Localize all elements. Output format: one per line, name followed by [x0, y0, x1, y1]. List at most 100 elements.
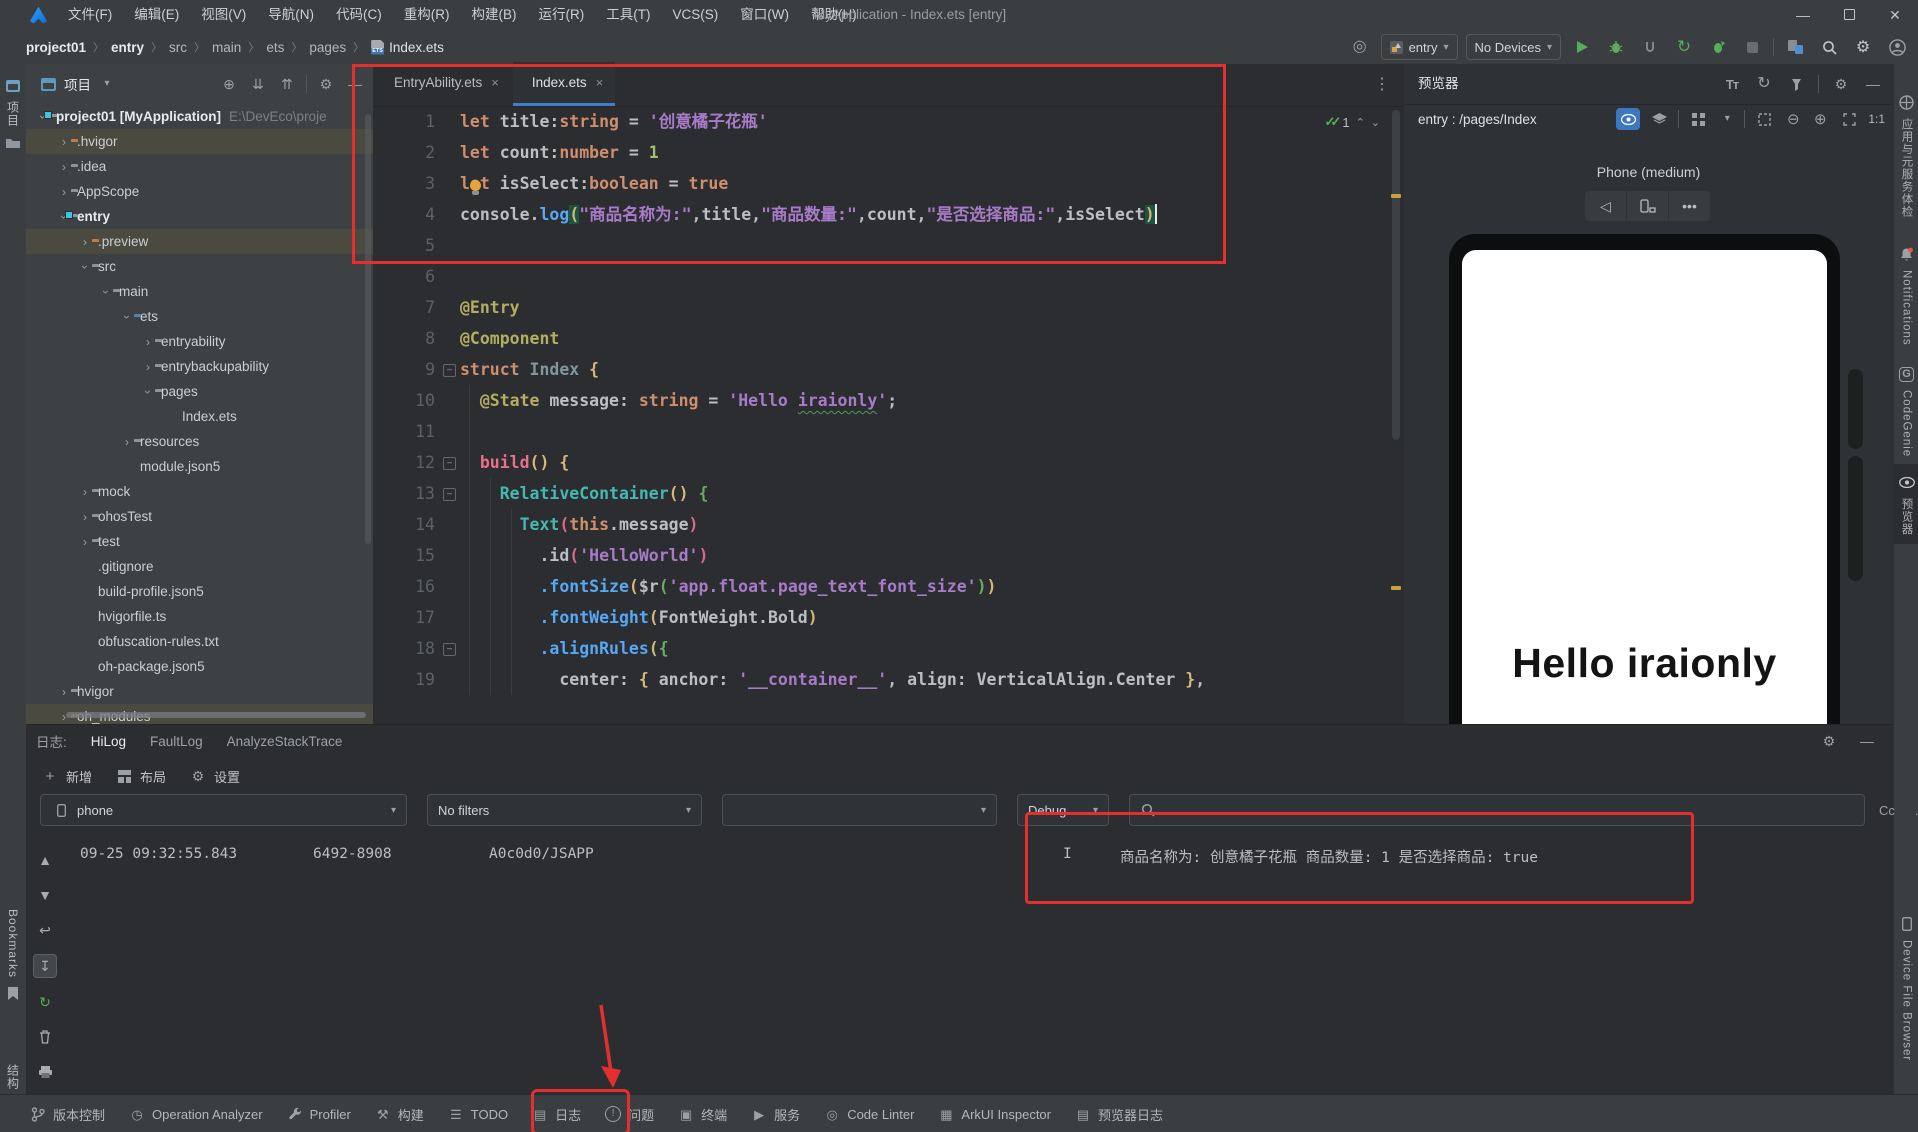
expand-all-icon[interactable]: ⇊ — [248, 74, 268, 94]
chevron-down-icon[interactable]: ▾ — [1717, 109, 1737, 129]
menu-B[interactable]: 构建(B) — [461, 0, 528, 30]
log-entry-row[interactable]: 09-25 09:32:55.843 6492-8908 A0c0d0/JSAP… — [26, 843, 1893, 869]
tree-item-obfuscation-rules.txt[interactable]: ≡obfuscation-rules.txt — [26, 629, 373, 654]
fold-marker-icon[interactable]: – — [443, 364, 456, 377]
tree-chevron-icon[interactable]: › — [78, 485, 92, 499]
profile-icon[interactable] — [1884, 35, 1910, 59]
tree-horizontal-scrollbar[interactable] — [66, 712, 366, 718]
device-selector[interactable]: No Devices ▾ — [1466, 34, 1562, 60]
tree-item-entry[interactable]: ›entry — [26, 204, 373, 229]
gear-icon[interactable]: ⚙ — [1831, 74, 1851, 94]
tree-item-Index.ets[interactable]: ETSIndex.ets — [26, 404, 373, 429]
tab-options-icon[interactable]: ⋮ — [1374, 74, 1390, 94]
tree-item-src[interactable]: ›src — [26, 254, 373, 279]
prev-problem-icon[interactable]: ⌃ — [1356, 116, 1365, 129]
scroll-down-icon[interactable]: ▼ — [34, 884, 56, 906]
rerun-icon[interactable]: ↻ — [1671, 35, 1697, 59]
settings-button[interactable]: ⚙设置 — [188, 766, 240, 786]
fold-marker-icon[interactable]: – — [443, 643, 456, 656]
tree-chevron-icon[interactable]: › — [120, 310, 134, 324]
previewer-scrollbar[interactable] — [1848, 369, 1863, 449]
level-filter-dropdown[interactable]: Debug ▾ — [1017, 794, 1109, 826]
project-panel-title[interactable]: 项目 — [64, 74, 91, 94]
log-tab-AnalyzeStackTrace[interactable]: AnalyzeStackTrace — [227, 734, 343, 749]
sidebar-item-project[interactable]: 项目 — [0, 76, 26, 152]
gear-icon[interactable]: ⚙ — [316, 74, 336, 94]
orientation-icon[interactable] — [1627, 191, 1669, 221]
log-tab-FaultLog[interactable]: FaultLog — [150, 734, 203, 749]
more-options-icon[interactable]: ••• — [1669, 191, 1710, 221]
sidebar-item-structure[interactable]: 结构 — [0, 1064, 26, 1090]
tree-chevron-icon[interactable]: › — [141, 385, 155, 399]
breadcrumb-item[interactable]: entry — [111, 40, 144, 55]
tab-EntryAbility-ets[interactable]: ETSEntryAbility.ets× — [375, 62, 511, 106]
tree-item-oh-package.json5[interactable]: {;}oh-package.json5 — [26, 654, 373, 679]
hide-panel-icon[interactable]: — — [1857, 731, 1877, 751]
intention-bulb-icon[interactable] — [469, 180, 482, 196]
breadcrumb-item[interactable]: pages — [309, 40, 346, 55]
tree-chevron-icon[interactable]: › — [57, 160, 71, 174]
stop-icon[interactable] — [1739, 35, 1765, 59]
module-selector[interactable]: entry ▾ — [1381, 34, 1458, 60]
tree-chevron-icon[interactable]: › — [120, 435, 134, 449]
next-problem-icon[interactable]: ⌄ — [1371, 116, 1380, 129]
fold-marker-icon[interactable]: – — [443, 488, 456, 501]
plugin-icon[interactable] — [1786, 74, 1806, 94]
font-scale-icon[interactable]: Tᴛ — [1722, 74, 1742, 94]
tree-chevron-icon[interactable]: › — [57, 135, 71, 149]
grid-view-icon[interactable] — [1686, 108, 1710, 130]
breadcrumb-item[interactable]: main — [212, 40, 241, 55]
right-strip-item-bell[interactable]: Notifications — [1894, 244, 1918, 346]
tree-chevron-icon[interactable]: › — [78, 510, 92, 524]
tree-chevron-icon[interactable]: › — [99, 285, 113, 299]
tree-item-AppScope[interactable]: ›AppScope — [26, 179, 373, 204]
minimize-button[interactable]: — — [1780, 0, 1826, 30]
tree-chevron-icon[interactable]: › — [57, 185, 71, 199]
inspect-mode-icon[interactable] — [1616, 108, 1640, 130]
fold-marker-icon[interactable]: – — [443, 457, 456, 470]
tree-item-project01-MyApplication-[interactable]: ›project01 [MyApplication]E:\DevEco\proj… — [26, 104, 373, 129]
status-item--[interactable]: ▤预览器日志 — [1075, 1105, 1163, 1124]
tree-item-pages[interactable]: ›pages — [26, 379, 373, 404]
clear-icon[interactable] — [34, 1026, 56, 1048]
status-item--[interactable]: ▤日志 — [532, 1105, 581, 1124]
fit-screen-icon[interactable] — [1837, 108, 1861, 130]
log-search-input[interactable] — [1129, 794, 1865, 826]
right-strip-item-eye[interactable]: 预览器 — [1894, 464, 1918, 544]
tree-item-ets[interactable]: ›ets — [26, 304, 373, 329]
breadcrumb-item[interactable]: ets — [266, 40, 284, 55]
right-strip-item-codegenie[interactable]: GCodeGenie — [1894, 364, 1918, 457]
status-item--[interactable]: !问题 — [605, 1105, 654, 1124]
debug-rerun-icon[interactable] — [1705, 35, 1731, 59]
tree-chevron-icon[interactable]: › — [78, 235, 92, 249]
status-item-Profiler[interactable]: Profiler — [287, 1106, 351, 1122]
maximize-button[interactable] — [1826, 0, 1872, 30]
tree-item-.hvigor[interactable]: ›.hvigor — [26, 129, 373, 154]
breadcrumb-item[interactable]: Index.ets — [389, 40, 444, 55]
inspection-widget[interactable]: ✓✓ 1 ⌃ ⌄ — [1325, 114, 1380, 130]
tree-item-ohosTest[interactable]: ›ohosTest — [26, 504, 373, 529]
hide-panel-icon[interactable]: — — [345, 74, 365, 94]
menu-V[interactable]: 视图(V) — [190, 0, 257, 30]
menu-T[interactable]: 工具(T) — [595, 0, 661, 30]
print-icon[interactable] — [34, 1061, 56, 1083]
menu-C[interactable]: 代码(C) — [325, 0, 393, 30]
tree-item-entryability[interactable]: ›entryability — [26, 329, 373, 354]
search-icon[interactable] — [1816, 35, 1842, 59]
close-button[interactable]: ✕ — [1872, 0, 1918, 30]
log-tab-HiLog[interactable]: HiLog — [91, 734, 126, 749]
add-filter-button[interactable]: +新增 — [40, 766, 92, 786]
tree-item-hvigorfile.ts[interactable]: TShvigorfile.ts — [26, 604, 373, 629]
hide-panel-icon[interactable]: — — [1863, 74, 1883, 94]
zoom-out-icon[interactable]: ⊖ — [1783, 109, 1803, 129]
status-item--[interactable]: ▣终端 — [678, 1105, 727, 1124]
refresh-icon[interactable]: ↻ — [1754, 74, 1774, 94]
layout-button[interactable]: 布局 — [114, 766, 166, 786]
tree-item-module.json5[interactable]: {;}module.json5 — [26, 454, 373, 479]
rotate-device-icon[interactable]: ◁ — [1585, 191, 1627, 221]
tree-chevron-icon[interactable]: › — [78, 535, 92, 549]
tree-item-.idea[interactable]: ›.idea — [26, 154, 373, 179]
debug-icon[interactable] — [1603, 35, 1629, 59]
status-item--[interactable]: ▶服务 — [751, 1105, 800, 1124]
breadcrumb-item[interactable]: src — [169, 40, 187, 55]
